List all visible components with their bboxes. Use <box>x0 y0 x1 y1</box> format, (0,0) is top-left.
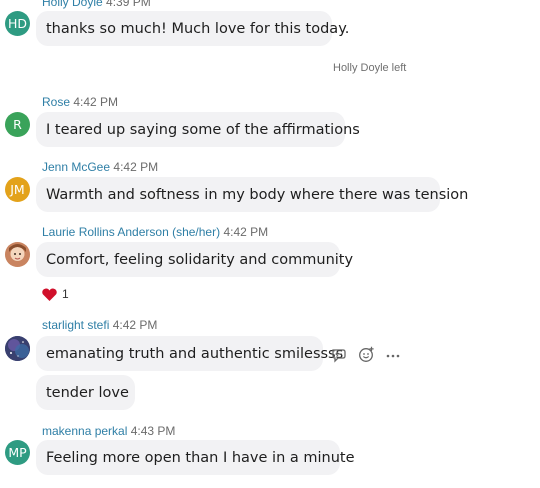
avatar-initials: MP <box>8 445 27 460</box>
sender-name[interactable]: Holly Doyle <box>42 0 103 9</box>
message-header: Holly Doyle 4:39 PM <box>42 0 151 9</box>
avatar-makenna-perkal[interactable]: MP <box>5 440 30 465</box>
message-bubble[interactable]: I teared up saying some of the affirmati… <box>36 112 360 147</box>
message-bubble[interactable]: tender love <box>36 375 135 410</box>
message-bubble[interactable]: Feeling more open than I have in a minut… <box>36 440 355 475</box>
timestamp: 4:42 PM <box>73 95 119 109</box>
message-header: Rose 4:42 PM <box>42 95 118 109</box>
more-icon[interactable] <box>386 348 400 362</box>
avatar-initials: JM <box>10 182 25 197</box>
sender-name[interactable]: Laurie Rollins Anderson (she/her) <box>42 225 220 239</box>
reaction-badge[interactable]: 1 <box>42 287 69 301</box>
message-hover-actions <box>331 346 400 363</box>
system-event: Holly Doyle left <box>333 62 407 74</box>
heart-icon <box>42 288 57 301</box>
avatar-initials: R <box>13 117 22 132</box>
message-header: makenna perkal 4:43 PM <box>42 424 175 438</box>
message-bubble[interactable]: emanating truth and authentic smilessss <box>36 336 343 371</box>
sender-name[interactable]: Rose <box>42 95 70 109</box>
timestamp: 4:39 PM <box>106 0 151 9</box>
avatar-holly-doyle[interactable]: HD <box>5 11 30 36</box>
reaction-count: 1 <box>62 287 69 301</box>
timestamp: 4:42 PM <box>113 160 159 174</box>
avatar-rose[interactable]: R <box>5 112 30 137</box>
sender-name[interactable]: starlight stefi <box>42 318 109 332</box>
emoji-icon[interactable] <box>358 346 375 363</box>
message-bubble[interactable]: Warmth and softness in my body where the… <box>36 177 468 212</box>
timestamp: 4:42 PM <box>223 225 269 239</box>
message-header: Jenn McGee 4:42 PM <box>42 160 158 174</box>
timestamp: 4:43 PM <box>130 424 176 438</box>
message-header: Laurie Rollins Anderson (she/her) 4:42 P… <box>42 225 268 239</box>
message-bubble[interactable]: thanks so much! Much love for this today… <box>36 11 349 46</box>
sender-name[interactable]: makenna perkal <box>42 424 127 438</box>
portrait-photo-icon <box>5 242 30 267</box>
sender-name[interactable]: Jenn McGee <box>42 160 110 174</box>
timestamp: 4:42 PM <box>112 318 158 332</box>
avatar-initials: HD <box>7 16 28 31</box>
reply-icon[interactable] <box>331 347 347 363</box>
avatar-jenn-mcgee[interactable]: JM <box>5 177 30 202</box>
avatar-starlight-stefi-photo[interactable] <box>5 336 30 361</box>
message-bubble[interactable]: Comfort, feeling solidarity and communit… <box>36 242 353 277</box>
avatar-laurie-photo[interactable] <box>5 242 30 267</box>
galaxy-photo-icon <box>5 336 30 361</box>
message-header: starlight stefi 4:42 PM <box>42 318 157 332</box>
